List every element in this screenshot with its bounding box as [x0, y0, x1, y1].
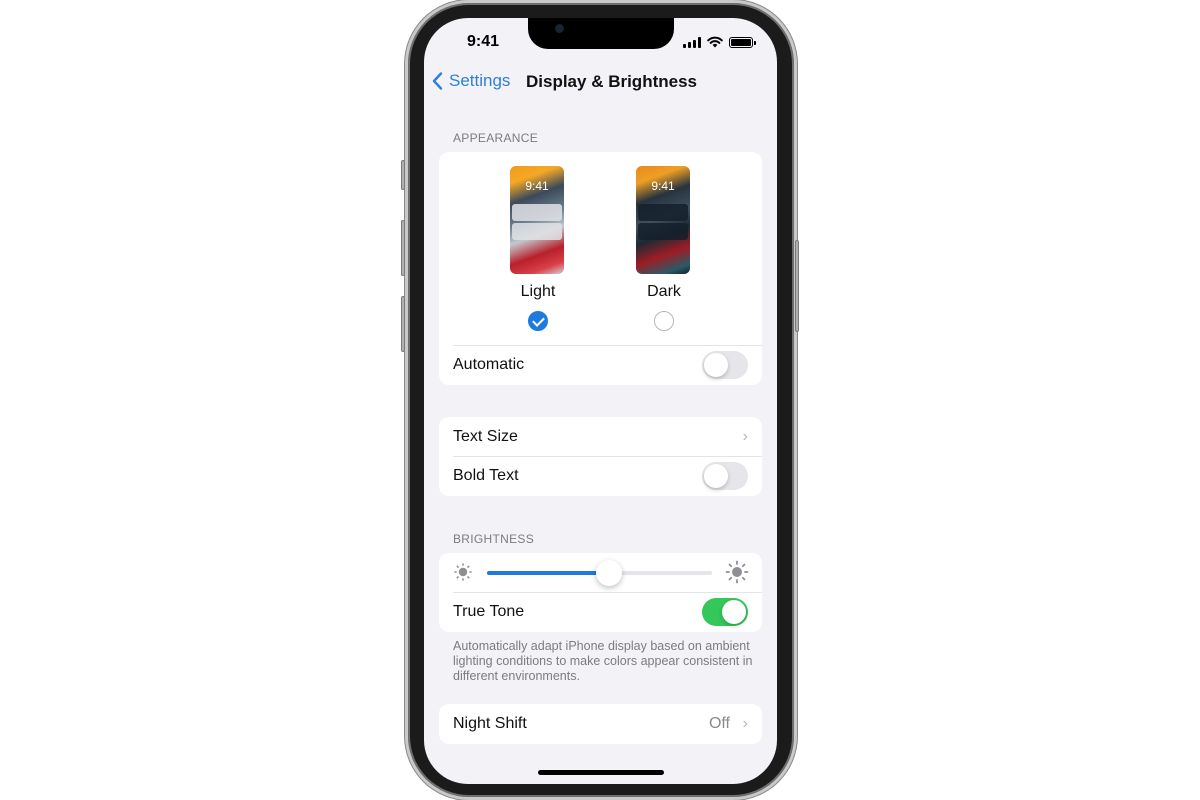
wifi-icon: [707, 36, 723, 48]
true-tone-description: Automatically adapt iPhone display based…: [453, 639, 753, 683]
true-tone-row: True Tone: [439, 592, 762, 632]
text-size-row[interactable]: Text Size ›: [439, 417, 762, 457]
status-icons: [683, 36, 756, 48]
appearance-header: APPEARANCE: [453, 131, 539, 145]
action-button: [401, 160, 405, 190]
back-label: Settings: [449, 71, 511, 90]
preview-notification: [638, 204, 688, 221]
preview-time: 9:41: [525, 179, 549, 193]
true-tone-label: True Tone: [453, 603, 525, 620]
light-mode-preview: 9:41: [510, 166, 564, 274]
dark-radio-unchecked-icon[interactable]: [654, 311, 674, 331]
camera-icon: [555, 24, 564, 33]
appearance-option-dark[interactable]: 9:41 Dark: [636, 166, 692, 331]
notch: [528, 18, 674, 49]
power-button: [795, 240, 799, 332]
bold-text-toggle[interactable]: [702, 462, 748, 490]
automatic-label: Automatic: [453, 356, 525, 373]
appearance-option-light[interactable]: 9:41 Light: [510, 166, 566, 331]
chevron-left-icon: [432, 72, 443, 90]
sun-small-icon: [454, 563, 472, 581]
true-tone-toggle[interactable]: [702, 598, 748, 626]
appearance-card: 9:41 Light 9:41 Dark Automatic: [439, 152, 762, 385]
brightness-slider-fill: [487, 571, 609, 575]
sun-large-icon: [725, 560, 749, 584]
dark-mode-preview: 9:41: [636, 166, 690, 274]
bold-text-row: Bold Text: [439, 456, 762, 496]
text-size-label: Text Size: [453, 428, 518, 445]
text-settings-card: Text Size › Bold Text: [439, 417, 762, 496]
brightness-slider-thumb[interactable]: [595, 560, 622, 586]
night-shift-label: Night Shift: [453, 715, 527, 732]
chevron-right-icon: ›: [742, 428, 748, 445]
home-indicator[interactable]: [538, 770, 664, 775]
automatic-toggle[interactable]: [702, 351, 748, 379]
night-shift-card: Night Shift Off ›: [439, 704, 762, 744]
volume-up-button: [401, 220, 405, 276]
light-label: Light: [520, 283, 556, 300]
cellular-signal-icon: [683, 37, 701, 48]
volume-down-button: [401, 296, 405, 352]
brightness-slider[interactable]: [487, 560, 712, 586]
back-button[interactable]: Settings: [432, 71, 510, 91]
preview-notification: [512, 223, 562, 240]
brightness-header: BRIGHTNESS: [453, 532, 535, 546]
preview-time: 9:41: [651, 179, 675, 193]
bold-text-label: Bold Text: [453, 467, 519, 484]
preview-notification: [512, 204, 562, 221]
preview-notification: [638, 223, 688, 240]
page-title: Display & Brightness: [526, 72, 697, 91]
light-radio-checked-icon[interactable]: [528, 311, 548, 331]
automatic-row: Automatic: [439, 345, 762, 385]
dark-label: Dark: [647, 283, 681, 300]
chevron-right-icon: ›: [742, 715, 748, 732]
status-time: 9:41: [467, 33, 500, 50]
battery-icon: [729, 37, 756, 48]
screen: 9:41 Settings Display & Brightness APPEA…: [424, 18, 777, 784]
brightness-card: True Tone: [439, 553, 762, 632]
night-shift-row[interactable]: Night Shift Off ›: [439, 704, 762, 744]
navigation-bar: Settings Display & Brightness: [424, 68, 777, 98]
night-shift-value: Off: [708, 715, 730, 732]
